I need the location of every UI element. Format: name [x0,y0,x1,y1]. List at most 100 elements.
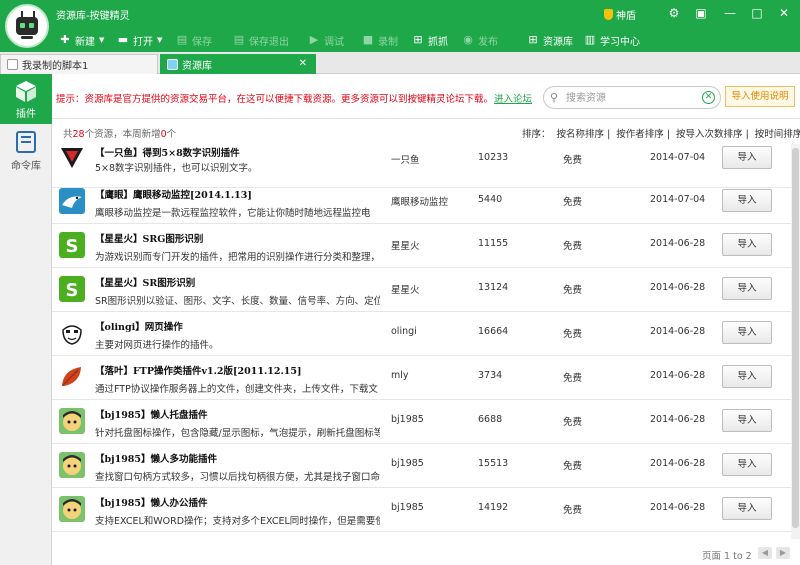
plugin-date: 2014-06-28 [650,502,706,513]
chevron-down-icon: ▼ [157,36,163,44]
shendun-button[interactable]: 神盾 [604,7,636,22]
tab-resource-library[interactable]: 资源库 ✕ [160,54,316,74]
record-button[interactable]: ■ 录制 [362,30,398,50]
plugin-name: 【星星火】SRG图形识别 [95,234,204,245]
library-button[interactable]: ⊞ 资源库 [527,30,573,50]
fish-logo-icon [59,144,85,170]
learning-label: 学习中心 [600,36,640,48]
plugin-author: bj1985 [391,458,424,469]
publish-label: 发布 [478,36,498,48]
scrollbar-thumb[interactable] [792,148,799,528]
save-button[interactable]: ▤ 保存 [176,30,212,50]
list-item: 【bj1985】懒人托盘插件 针对托盘图标操作，包含隐藏/显示图标，气泡提示，刷… [52,400,791,444]
import-help-button[interactable]: 导入使用说明 [725,86,795,107]
import-button[interactable]: 导入 [722,453,772,476]
tab-my-script[interactable]: 我录制的脚本1 [0,54,158,74]
import-button[interactable]: 导入 [722,146,772,169]
plugin-author: 星星火 [391,241,420,252]
sort-by-imports[interactable]: 按导入次数排序 [676,129,743,140]
skin-icon[interactable]: ▣ [690,4,712,22]
floppy-exit-icon: ▤ [233,33,245,46]
book-icon: ▥ [584,33,596,46]
pager: 页面 1 to 2 ◀ ▶ [52,539,800,565]
plugin-author: olingi [391,326,417,337]
plugin-price: 免费 [563,417,583,428]
sidebar-label: 命令库 [11,161,41,172]
plugin-date: 2014-06-28 [650,326,706,337]
clear-search-icon[interactable]: ✕ [702,91,715,104]
prev-page-icon[interactable]: ◀ [758,547,772,559]
publish-icon: ◉ [463,33,473,46]
import-count: 10233 [478,152,509,163]
import-button[interactable]: 导入 [722,233,772,256]
import-button[interactable]: 导入 [722,497,772,520]
next-page-icon[interactable]: ▶ [776,547,790,559]
plugin-price: 免费 [563,461,583,472]
import-button[interactable]: 导入 [722,189,772,212]
minimize-button[interactable]: — [719,4,741,22]
plugin-author: 一只鱼 [391,155,420,166]
resource-summary: 共28个资源，本周新增0个 [63,126,176,140]
sort-by-author[interactable]: 按作者排序 [616,129,664,140]
list-item: 【olingi】网页操作 主要对网页进行操作的插件。 olingi 16664 … [52,312,791,356]
tab-strip: 我录制的脚本1 资源库 ✕ [0,52,800,74]
close-tab-icon[interactable]: ✕ [299,58,307,69]
sort-bar: 排序： 按名称排序 | 按作者排序 | 按导入次数排序 | 按时间排序 [522,126,800,140]
title-bar: 资源库-按键精灵 神盾 ⚙ ▣ — □ ✕ ✚ 新建 ▼ ▬ 打开 ▼ ▤ 保存 ▤ 保存退… [0,0,800,52]
close-button[interactable]: ✕ [773,4,795,22]
plugin-name: 【bj1985】懒人托盘插件 [95,410,208,421]
plugin-desc: 主要对网页进行操作的插件。 [95,340,219,351]
forum-link[interactable]: 进入论坛 [494,91,532,105]
learning-center-button[interactable]: ▥ 学习中心 [584,30,640,50]
sort-separator: | [666,129,671,140]
sort-by-name[interactable]: 按名称排序 [557,129,605,140]
cartoon-avatar-icon [59,496,85,522]
plugin-desc: 为游戏识别而专门开发的插件，把常用的识别操作进行分类和整理， [95,252,380,263]
sidebar-item-plugins[interactable]: 插件 [0,74,52,124]
list-item: 【bj1985】懒人办公插件 支持EXCEL和WORD操作；支持对多个EXCEL… [52,488,791,532]
search-box: ⚲ ✕ [543,86,721,109]
save-exit-label: 保存退出 [249,36,289,48]
list-item: 【鹰眼】鹰眼移动监控[2014.1.13] 鹰眼移动监控是一款远程监控软件，它能… [52,180,791,224]
toolbar: ✚ 新建 ▼ ▬ 打开 ▼ ▤ 保存 ▤ 保存退出 ▶ 调试 ■ 录制 ⊞ 抓抓 ◉ 发布 ⊞ 资源库… [0,30,800,50]
import-count: 3734 [478,370,503,381]
new-button[interactable]: ✚ 新建 ▼ [59,30,104,50]
plugin-desc: 5×8数字识别插件，也可以识别文字。 [95,163,258,174]
plugin-author: bj1985 [391,502,424,513]
settings-gear-icon[interactable]: ⚙ [663,4,685,22]
plugin-price: 免费 [563,241,583,252]
tab-label: 资源库 [182,61,212,72]
page-indicator: 页面 1 to 2 [702,548,752,562]
plugin-price: 免费 [563,505,583,516]
import-button[interactable]: 导入 [722,409,772,432]
plugin-name: 【鹰眼】鹰眼移动监控[2014.1.13] [95,190,252,201]
plugin-desc: 查找窗口句柄方式较多，习惯以后找句柄很方便，尤其是找子窗口命 [95,472,380,483]
import-count: 5440 [478,194,503,205]
search-input[interactable] [566,90,696,106]
debug-button[interactable]: ▶ 调试 [308,30,344,50]
import-button[interactable]: 导入 [722,277,772,300]
page-range: 1 to 2 [724,551,752,562]
save-exit-button[interactable]: ▤ 保存退出 [233,30,289,50]
plugin-desc: SR图形识别以验证、图形、文字、长度、数量、信号率、方向、定位 [95,296,380,307]
page-label: 页面 [702,551,722,562]
capture-button[interactable]: ⊞ 抓抓 [412,30,448,50]
import-button[interactable]: 导入 [722,321,772,344]
list-item: 【bj1985】懒人多功能插件 查找窗口句柄方式较多，习惯以后找句柄很方便，尤其… [52,444,791,488]
sidebar-item-commands[interactable]: 命令库 [0,126,52,176]
open-button[interactable]: ▬ 打开 ▼ [117,30,163,50]
plugin-author: 鹰眼移动监控 [391,197,449,208]
camera-icon: ■ [362,33,374,46]
publish-button[interactable]: ◉ 发布 [462,30,498,50]
import-button[interactable]: 导入 [722,365,772,388]
sort-by-time[interactable]: 按时间排序 [755,129,800,140]
import-count: 13124 [478,282,509,293]
plugin-price: 免费 [563,155,583,166]
summary-bar: 共28个资源，本周新增0个 排序： 按名称排序 | 按作者排序 | 按导入次数排序 |… [52,120,800,144]
plugin-name: 【星星火】SR图形识别 [95,278,196,289]
maximize-button[interactable]: □ [746,4,768,22]
chevron-down-icon: ▼ [99,36,105,44]
total-count: 28 [72,129,85,140]
list-scrollbar[interactable] [791,144,800,539]
sidebar-label: 插件 [16,109,36,120]
